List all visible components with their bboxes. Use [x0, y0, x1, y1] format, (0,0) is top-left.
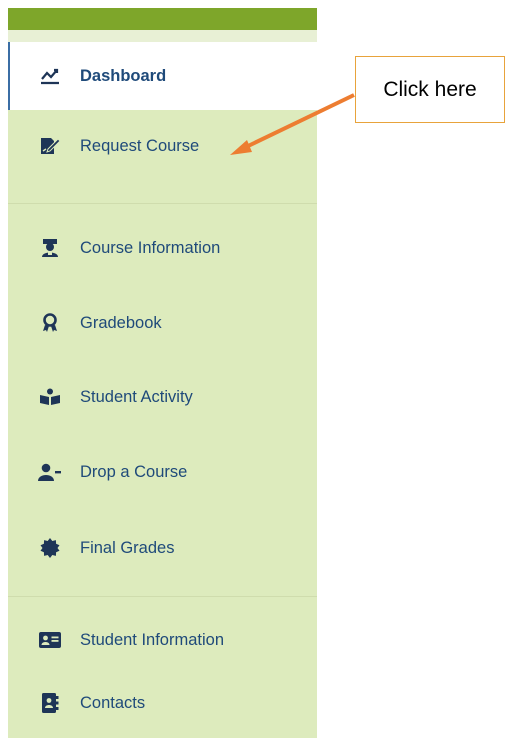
sidebar-item-label: Student Activity — [80, 387, 193, 406]
sidebar-item-final-grades[interactable]: Final Grades — [8, 514, 317, 582]
click-here-callout: Click here — [355, 56, 505, 123]
file-signature-icon — [37, 133, 63, 159]
sidebar-divider — [8, 203, 317, 204]
reading-person-icon — [37, 384, 63, 410]
chart-line-icon — [37, 63, 63, 89]
sidebar-divider — [8, 596, 317, 597]
sidebar-item-drop-a-course[interactable]: Drop a Course — [8, 438, 317, 506]
sidebar-item-dashboard[interactable]: Dashboard — [8, 42, 317, 110]
top-accent-bar — [8, 8, 317, 30]
sidebar-nav: Dashboard Request Course Course Informat… — [8, 30, 317, 738]
sidebar-item-label: Gradebook — [80, 313, 162, 332]
callout-text: Click here — [383, 77, 477, 101]
sidebar-item-label: Dashboard — [80, 66, 167, 85]
sidebar-item-student-activity[interactable]: Student Activity — [8, 363, 317, 431]
user-minus-icon — [37, 459, 63, 485]
sidebar-item-request-course[interactable]: Request Course — [8, 112, 317, 180]
sidebar-item-label: Course Information — [80, 238, 221, 257]
sidebar-item-label: Student Information — [80, 630, 225, 649]
sidebar-item-gradebook[interactable]: Gradebook — [8, 289, 317, 357]
sidebar-item-student-information[interactable]: Student Information — [8, 606, 317, 674]
certificate-badge-icon — [37, 535, 63, 561]
sidebar-item-label: Drop a Course — [80, 462, 188, 481]
sidebar-item-label: Contacts — [80, 693, 146, 712]
sidebar-top-gap — [8, 30, 317, 42]
graduate-icon — [37, 235, 63, 261]
id-card-icon — [37, 627, 63, 653]
sidebar-item-course-information[interactable]: Course Information — [8, 214, 317, 282]
sidebar-item-label: Final Grades — [80, 538, 175, 557]
sidebar-item-contacts[interactable]: Contacts — [8, 669, 317, 737]
address-book-icon — [37, 690, 63, 716]
sidebar-item-label: Request Course — [80, 136, 200, 155]
award-icon — [37, 310, 63, 336]
